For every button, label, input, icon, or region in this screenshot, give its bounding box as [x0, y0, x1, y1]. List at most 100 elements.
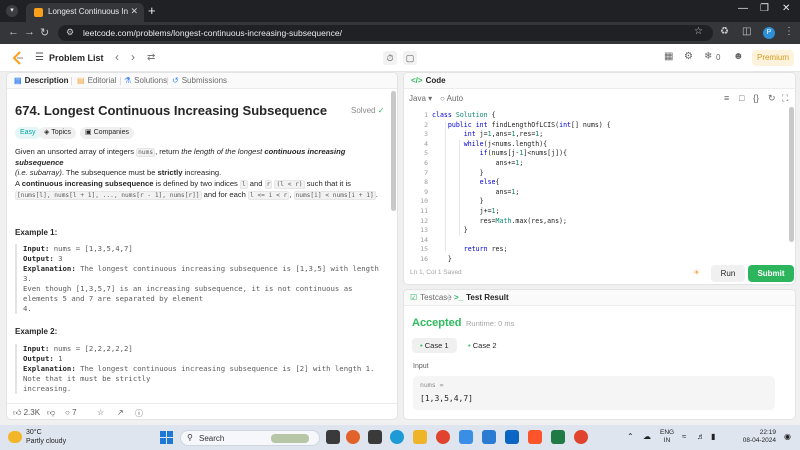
windows-taskbar: 30°C Partly cloudy ⚲ Search ⌃ ☁ ENG IN ≈ …: [0, 425, 800, 450]
editor-scrollbar[interactable]: [789, 107, 794, 257]
terminal-icon: >_: [454, 293, 464, 302]
layout-icon[interactable]: ▦: [664, 51, 673, 62]
case-1-button[interactable]: • Case 1: [412, 338, 457, 353]
tab-search-icon[interactable]: ▾: [6, 5, 18, 17]
leetcode-logo-icon[interactable]: [12, 51, 24, 65]
shuffle-icon[interactable]: ⇄: [147, 52, 155, 63]
tray-chevron-icon[interactable]: ⌃: [627, 432, 634, 441]
firefox-icon[interactable]: [346, 430, 360, 444]
check-circle-icon: ✓: [377, 106, 385, 115]
run-button[interactable]: Run: [711, 265, 745, 282]
site-info-icon[interactable]: ⚙: [66, 27, 74, 38]
fullscreen-icon[interactable]: ⛶: [782, 93, 788, 104]
taskbar-search[interactable]: ⚲ Search: [180, 430, 320, 446]
list-icon[interactable]: ☰: [35, 52, 44, 63]
windows-start-icon[interactable]: [160, 431, 173, 444]
code-tab[interactable]: </> Code: [411, 76, 446, 85]
close-window-icon[interactable]: ✕: [782, 3, 790, 14]
input-language[interactable]: ENG IN: [660, 429, 674, 445]
battery-icon[interactable]: ▮: [711, 432, 715, 441]
bookmark-star-icon[interactable]: ☆: [694, 26, 703, 37]
notes-icon[interactable]: ▢: [403, 51, 417, 65]
edge-icon[interactable]: [390, 430, 404, 444]
result-status: Accepted: [412, 317, 462, 329]
input-variable-name: nums =: [420, 381, 444, 389]
tab-description[interactable]: ▤ Description: [14, 76, 69, 85]
tab-test-result[interactable]: >_ Test Result: [454, 293, 509, 302]
back-icon[interactable]: ←: [8, 26, 19, 38]
close-tab-icon[interactable]: ✕: [130, 6, 138, 17]
like-button[interactable]: 👍︎ 2.3K: [13, 408, 40, 418]
difficulty-badge[interactable]: Easy: [15, 127, 41, 139]
dislike-icon[interactable]: 👎︎: [47, 408, 55, 418]
submit-button[interactable]: Submit: [748, 265, 794, 282]
help-icon[interactable]: ⓘ: [135, 408, 143, 419]
bookmark-icon[interactable]: □: [739, 93, 744, 103]
share-icon[interactable]: ↗: [117, 408, 124, 417]
format-icon[interactable]: ≡: [724, 93, 729, 103]
streak-fire-icon[interactable]: ❄: [704, 51, 712, 62]
topics-chip[interactable]: ◈ Topics: [39, 127, 77, 139]
solutions-flask-icon: ⚗: [124, 76, 132, 85]
new-tab-icon[interactable]: +: [148, 3, 156, 18]
side-panel-icon[interactable]: ◫: [742, 26, 751, 37]
brave-icon[interactable]: [528, 430, 542, 444]
checkbox-icon: ☑: [410, 293, 418, 302]
input-value-box: nums = [1,3,5,4,7]: [413, 376, 775, 410]
terminal-app-icon[interactable]: [368, 430, 382, 444]
volume-icon[interactable]: ♬: [697, 432, 705, 441]
comment-icon: ○: [65, 408, 70, 417]
minimize-icon[interactable]: —: [738, 3, 748, 14]
input-label: Input: [413, 363, 429, 370]
description-scrollbar[interactable]: [391, 91, 396, 403]
dropbox-icon[interactable]: [505, 430, 519, 444]
tab-testcase[interactable]: ☑ Testcase: [410, 293, 452, 302]
url-text[interactable]: leetcode.com/problems/longest-continuous…: [83, 28, 342, 38]
code-editor[interactable]: class Solution { public int findLengthOf…: [432, 111, 782, 265]
maximize-icon[interactable]: ❐: [760, 3, 769, 14]
hint-bulb-icon[interactable]: ☀: [693, 268, 700, 277]
premium-button[interactable]: Premium: [752, 50, 794, 66]
notification-bell-icon[interactable]: ◉: [784, 432, 791, 441]
user-avatar-icon[interactable]: ☻: [733, 51, 744, 62]
profile-avatar[interactable]: P: [763, 27, 775, 39]
extensions-icon[interactable]: ♻: [720, 26, 729, 37]
task-view-icon[interactable]: [326, 430, 340, 444]
tab-solutions[interactable]: ⚗ Solutions: [124, 76, 167, 85]
braces-icon[interactable]: {}: [753, 93, 759, 103]
description-footer: 👍︎ 2.3K 👎︎ ○ 7 ☆ ↗ ⓘ: [7, 403, 397, 419]
forward-icon[interactable]: →: [24, 26, 35, 38]
description-icon: ▤: [14, 76, 22, 85]
editorial-icon: ▤: [77, 76, 85, 85]
clock[interactable]: 22:19 08-04-2024: [736, 429, 776, 445]
chrome-icon[interactable]: [436, 430, 450, 444]
tab-submissions[interactable]: ↺ Submissions: [172, 76, 227, 85]
problem-list-link[interactable]: Problem List: [49, 53, 104, 63]
favorite-star-icon[interactable]: ☆: [97, 408, 104, 417]
companies-chip[interactable]: ▣ Companies: [80, 127, 134, 139]
timer-icon[interactable]: ⏱: [383, 51, 397, 65]
tab-editorial[interactable]: ▤ Editorial: [77, 76, 116, 85]
file-explorer-icon[interactable]: [413, 430, 427, 444]
excel-icon[interactable]: [551, 430, 565, 444]
reload-icon[interactable]: ↻: [40, 26, 49, 39]
vscode-icon[interactable]: [482, 430, 496, 444]
prev-problem-icon[interactable]: ‹: [115, 50, 119, 64]
settings-gear-icon[interactable]: ⚙: [684, 51, 693, 62]
comments-button[interactable]: ○ 7: [65, 408, 77, 417]
description-tabs: ▤ Description ▤ Editorial ⚗ Solutions ↺ Subm…: [7, 73, 397, 89]
wifi-icon[interactable]: ≈: [682, 432, 686, 441]
cloud-icon[interactable]: ☁: [643, 432, 651, 441]
browser-tab-bar: ▾ Longest Continuous Increasin ✕ + — ❐ ✕: [0, 0, 800, 22]
next-problem-icon[interactable]: ›: [131, 50, 135, 64]
browser-tab[interactable]: Longest Continuous Increasin ✕: [26, 3, 144, 22]
reset-icon[interactable]: ↻: [768, 93, 776, 104]
case-2-button[interactable]: • Case 2: [460, 338, 505, 353]
browser-menu-icon[interactable]: ⋮: [784, 26, 794, 37]
store-icon[interactable]: [459, 430, 473, 444]
auto-mode-toggle[interactable]: ○ Auto: [440, 94, 463, 103]
omnibox[interactable]: ⚙ leetcode.com/problems/longest-continuo…: [58, 25, 713, 41]
language-select[interactable]: Java ▾: [409, 94, 432, 103]
chrome-active-icon[interactable]: [574, 430, 588, 444]
problem-statement: Given an unsorted array of integers nums…: [15, 147, 346, 177]
